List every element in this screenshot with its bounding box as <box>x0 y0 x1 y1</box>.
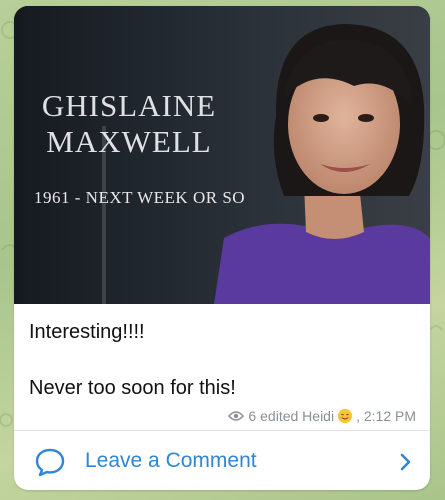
message-time: , 2:12 PM <box>356 408 416 424</box>
image-caption-dates: 1961 - NEXT WEEK OR SO <box>34 188 246 207</box>
eye-icon <box>228 411 245 421</box>
image-caption-name-last: MAXWELL <box>46 124 212 159</box>
leave-comment-button[interactable]: Leave a Comment <box>14 431 430 490</box>
smiling-face-emoji-icon <box>338 409 353 423</box>
chevron-right-icon <box>400 453 411 471</box>
speech-bubble-icon <box>35 448 65 477</box>
edited-author: edited Heidi <box>260 408 335 424</box>
view-count: 6 <box>248 408 257 424</box>
message-meta: 6 edited Heidi , 2:12 PM <box>228 408 416 424</box>
message-line-2: Never too soon for this! <box>29 377 236 399</box>
leave-comment-label: Leave a Comment <box>85 449 257 472</box>
image-caption-name-first: GHISLAINE <box>41 88 217 123</box>
message-bubble: GHISLAINE MAXWELL 1961 - NEXT WEEK OR SO… <box>14 6 430 490</box>
post-image[interactable]: GHISLAINE MAXWELL 1961 - NEXT WEEK OR SO <box>14 6 430 304</box>
message-text: Interesting!!!! Never too soon for this! <box>29 318 419 402</box>
message-line-1: Interesting!!!! <box>29 321 145 343</box>
